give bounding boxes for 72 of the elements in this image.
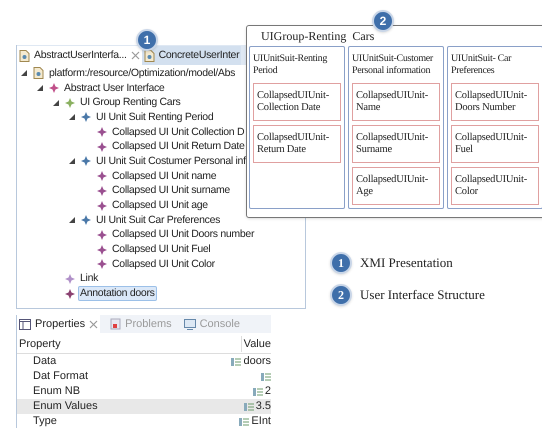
tree-item[interactable]: Collapsed UI Unit age	[110, 198, 210, 214]
tree-item[interactable]: UI Group Renting Cars	[78, 95, 182, 110]
value-icon	[231, 358, 242, 366]
file-icon	[144, 50, 155, 62]
property-name: Enum NB	[32, 384, 82, 400]
editor-tab[interactable]: AbstractUserInterfa...	[17, 46, 142, 65]
unit-box: CollapsedUIUnit-Name	[352, 83, 440, 121]
file-icon	[19, 50, 30, 62]
expand-arrow-icon[interactable]	[69, 114, 75, 120]
number-badge: 1	[330, 252, 352, 274]
column-header[interactable]: Value	[240, 336, 271, 352]
expand-arrow-icon[interactable]	[21, 70, 27, 76]
value-icon	[252, 388, 263, 396]
property-value: EInt	[251, 414, 271, 428]
editor-tab[interactable]: ConcreteUserInter	[142, 46, 242, 65]
property-name: Type	[32, 414, 58, 428]
expand-arrow-icon[interactable]	[69, 158, 75, 164]
view-tab[interactable]: Properties	[17, 315, 100, 333]
property-row[interactable]: Dat Format	[17, 369, 271, 384]
property-row[interactable]: Enum NB 2	[17, 384, 271, 399]
suit-title: UIUnitSuit-Customer Personal information	[352, 53, 434, 78]
tree-item[interactable]: Collapsed UI Unit Fuel	[110, 242, 212, 258]
property-name: Dat Format	[32, 369, 90, 384]
suit-title: UIUnitSuit-Renting Period	[253, 53, 328, 78]
unit-box: CollapsedUIUnit-Age	[352, 167, 440, 205]
number-badge: 2	[330, 284, 352, 306]
value-icon	[239, 418, 250, 426]
problems-icon	[110, 318, 122, 330]
unit-box: CollapsedUIUnit-Doors Number	[451, 83, 539, 121]
tree-item[interactable]: Collapsed UI Unit Doors number	[110, 227, 256, 242]
tree-item[interactable]: Collapsed UI Unit Collection D	[110, 124, 246, 140]
property-value: doors	[243, 354, 271, 370]
legend-label: User Interface Structure	[360, 286, 485, 304]
tree-item[interactable]: UI Unit Suit Costumer Personal inf	[94, 154, 248, 169]
group-title: UIGroup-Renting Cars	[261, 28, 374, 45]
close-icon[interactable]	[89, 320, 98, 328]
value-icon	[244, 402, 254, 410]
column-header[interactable]: Property	[17, 336, 241, 352]
expand-arrow-icon[interactable]	[69, 217, 75, 224]
property-name: Enum Values	[32, 399, 99, 414]
number-badge: 2	[372, 10, 394, 32]
tree-item[interactable]: platform:/resource/Optimization/model/Abs	[47, 66, 238, 81]
tree-item[interactable]: Collapsed UI Unit name	[110, 168, 218, 184]
tree-item[interactable]: Collapsed UI Unit surname	[110, 183, 232, 198]
value-icon	[261, 372, 271, 380]
console-icon	[184, 318, 196, 330]
tree-item[interactable]: UI Unit Suit Renting Period	[94, 110, 216, 125]
unit-box: CollapsedUIUnit-Fuel	[451, 125, 539, 163]
property-row[interactable]: Enum Values 3.5	[17, 399, 271, 414]
tree-item[interactable]: Abstract User Interface	[62, 80, 166, 96]
property-row[interactable]: Data doors	[17, 354, 271, 369]
property-value: 2	[264, 384, 271, 400]
legend-label: XMI Presentation	[360, 254, 453, 272]
tree-item[interactable]: Annotation doors	[78, 286, 157, 302]
property-name: Data	[32, 354, 58, 370]
tree-item[interactable]: Collapsed UI Unit Color	[110, 256, 217, 272]
property-row[interactable]: Type EInt	[17, 414, 271, 428]
unit-box: CollapsedUIUnit-Surname	[352, 125, 440, 163]
close-icon[interactable]	[130, 51, 140, 60]
suit-title: UIUnitSuit- Car Preferences	[451, 53, 512, 78]
tree-item[interactable]: Collapsed UI Unit Return Date	[110, 139, 247, 154]
unit-box: CollapsedUIUnit-Collection Date	[253, 83, 341, 121]
number-badge: 1	[136, 29, 158, 51]
tree-item[interactable]: UI Unit Suit Car Preferences	[94, 212, 222, 228]
expand-arrow-icon[interactable]	[53, 100, 59, 106]
window-icon	[19, 318, 31, 330]
property-value: 3.5	[256, 399, 271, 414]
unit-box: CollapsedUIUnit-Return Date	[253, 125, 341, 163]
expand-arrow-icon[interactable]	[37, 85, 43, 92]
file-icon	[33, 67, 44, 80]
tree-item[interactable]: Link	[78, 271, 100, 286]
unit-box: CollapsedUIUnit-Color	[451, 167, 539, 205]
